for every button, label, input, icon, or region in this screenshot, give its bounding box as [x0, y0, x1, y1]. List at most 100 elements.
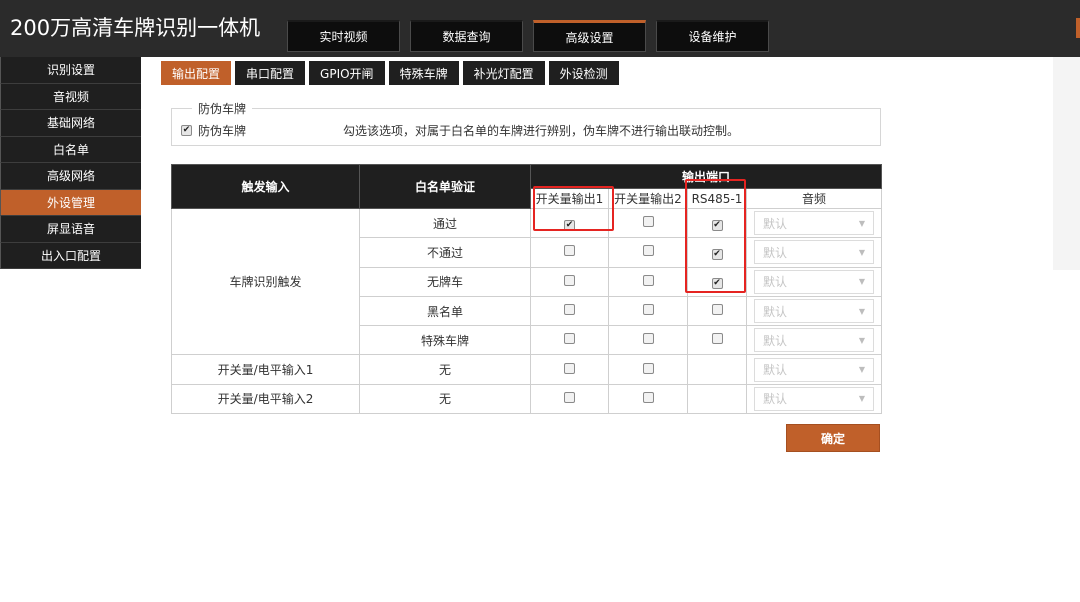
out2-cell: [608, 207, 688, 239]
audio-select-value: 默认: [763, 392, 788, 407]
confirm-button[interactable]: 确定: [786, 424, 880, 452]
audio-cell: 默认 ▼: [745, 354, 883, 385]
audio-select[interactable]: 默认 ▼: [754, 357, 874, 382]
sidebar-item-recognition[interactable]: 识别设置: [0, 57, 141, 84]
audio-select[interactable]: 默认 ▼: [754, 240, 874, 265]
out2-cell: [608, 383, 688, 415]
audio-select[interactable]: 默认 ▼: [754, 269, 874, 294]
header-whitelist-verify: 白名单验证: [359, 164, 531, 209]
audio-select[interactable]: 默认 ▼: [754, 299, 874, 324]
rs485-cell: [687, 295, 747, 327]
sidebar-item-entrance-config[interactable]: 出入口配置: [0, 242, 141, 269]
main-nav: 实时视频 数据查询 高级设置 设备维护: [287, 20, 779, 52]
audio-cell: 默认 ▼: [745, 266, 883, 297]
audio-cell: 默认 ▼: [745, 325, 883, 356]
out2-checkbox[interactable]: [642, 362, 654, 374]
audio-select[interactable]: 默认 ▼: [754, 211, 874, 236]
audio-select-value: 默认: [763, 363, 788, 378]
sidebar-item-peripheral-management[interactable]: 外设管理: [0, 189, 141, 216]
out2-cell: [608, 295, 688, 327]
out1-cell: [530, 295, 609, 327]
chevron-down-icon: ▼: [858, 335, 865, 345]
out1-cell: [530, 383, 609, 415]
out1-checkbox[interactable]: [564, 362, 575, 374]
audio-select[interactable]: 默认 ▼: [754, 386, 874, 411]
table-row: 开关量/电平输入2 无 默认 ▼: [171, 383, 883, 415]
chevron-down-icon: ▼: [858, 247, 865, 257]
table-row: 车牌识别触发 通过 ✔ ✔ 默认 ▼: [171, 207, 883, 356]
tab-peripheral-detection[interactable]: 外设检测: [548, 61, 619, 85]
chevron-down-icon: ▼: [858, 365, 865, 375]
audio-select-value: 默认: [763, 333, 788, 348]
sidebar-item-basic-network[interactable]: 基础网络: [0, 110, 141, 137]
out1-cell: [530, 266, 609, 297]
tab-gpio-gate[interactable]: GPIO开闸: [309, 61, 385, 85]
main-content: 输出配置 串口配置 GPIO开闸 特殊车牌 补光灯配置 外设检测 防伪车牌 ✔ …: [141, 57, 1053, 602]
sidebar-item-whitelist[interactable]: 白名单: [0, 136, 141, 163]
out1-checkbox[interactable]: [564, 274, 575, 286]
tab-fill-light-config[interactable]: 补光灯配置: [462, 61, 545, 85]
chevron-down-icon: ▼: [858, 218, 865, 228]
output-config-table: 触发输入 白名单验证 输出端口 开关量输出1 开关量输出2 RS485-1 音频…: [171, 164, 883, 415]
out2-cell: [608, 354, 688, 385]
nav-tab-live-video[interactable]: 实时视频: [287, 20, 400, 52]
out2-cell: [608, 237, 688, 268]
whitelist-verify-cell: 无牌车: [359, 266, 531, 297]
anti-fake-fieldset: 防伪车牌 ✔ 防伪车牌 勾选该选项，对属于白名单的车牌进行辨别，伪车牌不进行输出…: [171, 100, 881, 146]
trigger-input-cell: 车牌识别触发: [171, 207, 360, 356]
app-title: 200万高清车牌识别一体机: [10, 16, 261, 40]
out2-cell: [608, 266, 688, 297]
audio-select-value: 默认: [763, 304, 788, 319]
out1-cell: [530, 325, 609, 356]
out2-cell: [608, 325, 688, 356]
rs485-cell: [687, 354, 747, 385]
whitelist-verify-cell: 黑名单: [359, 295, 531, 327]
header-accent-bar: [1076, 18, 1080, 38]
whitelist-verify-cell: 通过: [359, 207, 531, 239]
sidebar-item-display-voice[interactable]: 屏显语音: [0, 216, 141, 243]
app-header: 200万高清车牌识别一体机 实时视频 数据查询 高级设置 设备维护: [0, 0, 1080, 57]
audio-cell: 默认 ▼: [745, 383, 883, 415]
out1-checkbox[interactable]: [564, 333, 575, 345]
sidebar-item-advanced-network[interactable]: 高级网络: [0, 163, 141, 190]
out2-checkbox[interactable]: [642, 274, 654, 286]
header-trigger-input: 触发输入: [171, 164, 360, 209]
out2-checkbox[interactable]: [642, 333, 654, 345]
out1-cell: [530, 237, 609, 268]
chevron-down-icon: ▼: [858, 306, 865, 316]
anti-fake-checkbox[interactable]: ✔: [181, 125, 192, 136]
anti-fake-legend: 防伪车牌: [192, 100, 253, 117]
header-audio: 音频: [745, 188, 883, 209]
whitelist-verify-cell: 无: [359, 383, 531, 415]
out1-checkbox[interactable]: [564, 245, 575, 257]
out1-cell: [530, 354, 609, 385]
anti-fake-option: ✔ 防伪车牌: [181, 122, 246, 139]
out2-checkbox[interactable]: [642, 304, 654, 316]
audio-cell: 默认 ▼: [745, 295, 883, 327]
out2-checkbox[interactable]: [642, 216, 654, 228]
out1-checkbox[interactable]: [564, 391, 575, 403]
sidebar-item-audio-video[interactable]: 音视频: [0, 83, 141, 110]
out1-checkbox[interactable]: [564, 304, 575, 316]
sidebar: 识别设置 音视频 基础网络 白名单 高级网络 外设管理 屏显语音 出入口配置: [0, 57, 141, 269]
nav-tab-device-maintenance[interactable]: 设备维护: [656, 20, 769, 52]
audio-select[interactable]: 默认 ▼: [754, 328, 874, 353]
whitelist-verify-cell: 不通过: [359, 237, 531, 268]
tab-output-config[interactable]: 输出配置: [161, 61, 232, 85]
nav-tab-advanced-settings[interactable]: 高级设置: [533, 20, 646, 52]
trigger-input-cell: 开关量/电平输入1: [171, 354, 360, 385]
sub-tabs: 输出配置 串口配置 GPIO开闸 特殊车牌 补光灯配置 外设检测: [161, 61, 623, 85]
tab-special-plate[interactable]: 特殊车牌: [388, 61, 459, 85]
out2-checkbox[interactable]: [642, 245, 654, 257]
nav-tab-data-query[interactable]: 数据查询: [410, 20, 523, 52]
out2-checkbox[interactable]: [642, 391, 654, 403]
chevron-down-icon: ▼: [858, 277, 865, 287]
rs485-checkbox[interactable]: [711, 333, 723, 345]
tab-serial-config[interactable]: 串口配置: [235, 61, 306, 85]
anti-fake-checkbox-label: 防伪车牌: [198, 124, 247, 138]
header-switch-output-2: 开关量输出2: [608, 188, 688, 209]
audio-cell: 默认 ▼: [745, 207, 883, 239]
rs485-cell: [687, 383, 747, 415]
audio-select-value: 默认: [763, 216, 788, 231]
rs485-checkbox[interactable]: [711, 304, 723, 316]
